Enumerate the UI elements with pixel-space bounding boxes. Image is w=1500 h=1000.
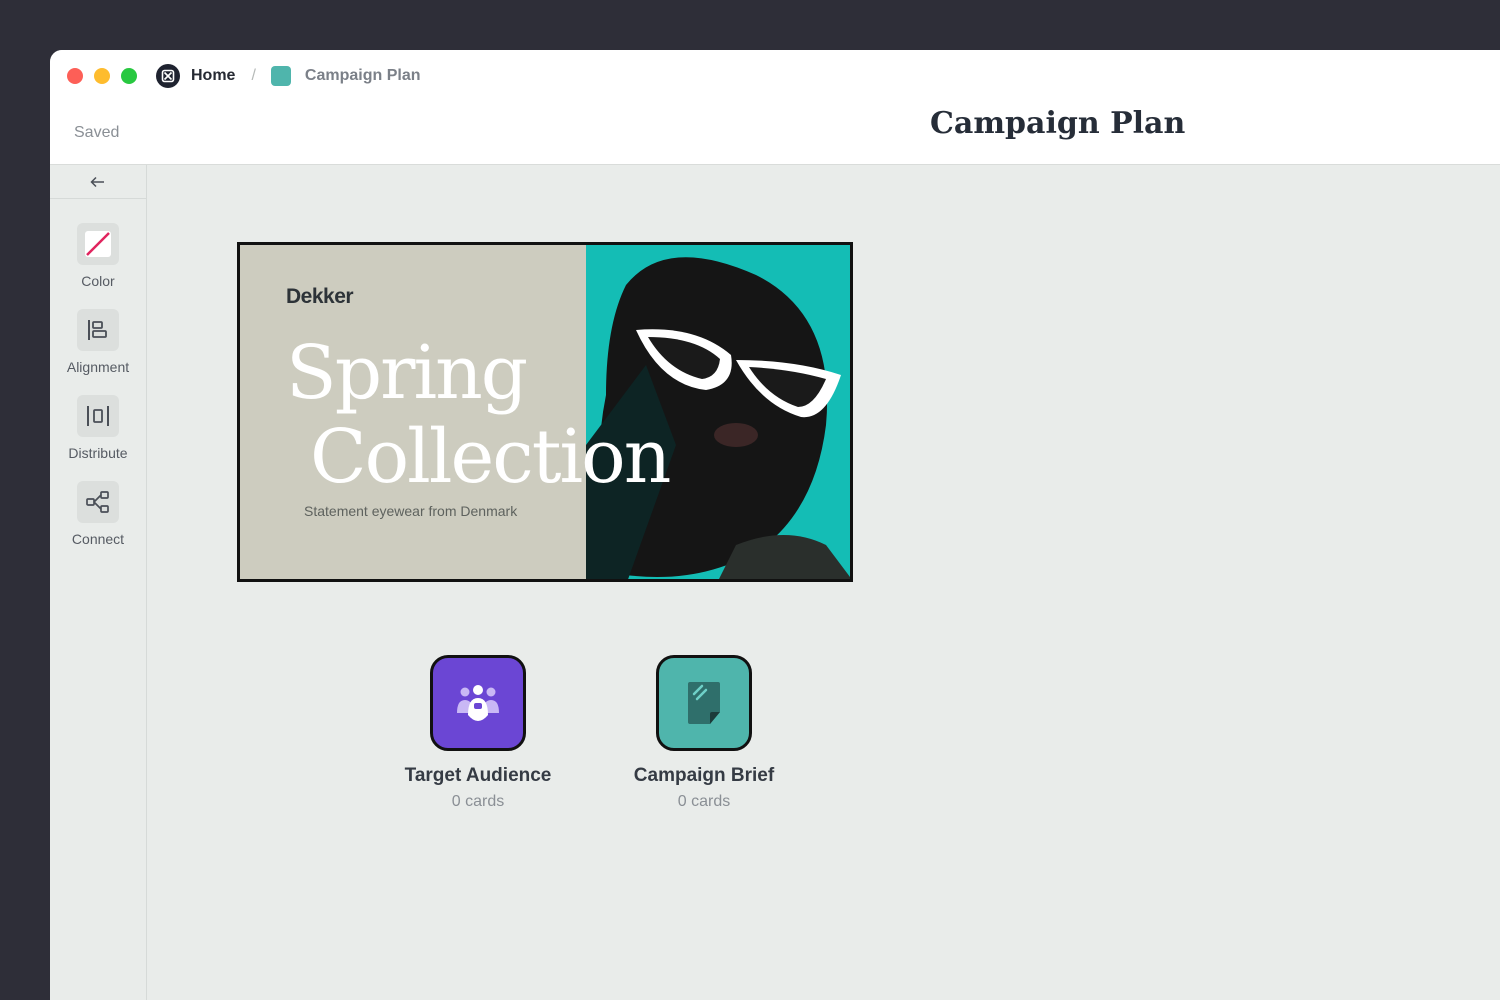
board-canvas[interactable]: Dekker Spring Collection Statement eyewe… [147,165,1500,1000]
board-title: Campaign Brief [633,765,775,786]
app-window: Home / Campaign Plan Saved Campaign Plan… [50,50,1500,1000]
minimize-window-button[interactable] [94,68,110,84]
campaign-image-card[interactable]: Dekker Spring Collection Statement eyewe… [237,242,853,582]
top-bar: Home / Campaign Plan Saved Campaign Plan [50,50,1500,165]
board-color-swatch [270,66,291,86]
headline-line-2: Collection [310,414,671,500]
hero-headline: Spring Collection [286,330,671,500]
tool-sidebar: Color Alignment Distribute Connect [50,165,147,1000]
home-logo-icon[interactable] [156,64,180,88]
breadcrumb-separator: / [251,67,256,84]
tool-label: Alignment [66,359,130,375]
brand-logo: Dekker [286,285,354,308]
distribute-icon [77,395,119,437]
arrow-left-icon [90,176,104,187]
tool-label: Color [81,273,115,289]
window-controls [67,68,137,84]
board-card-count: 0 cards [451,793,505,810]
close-window-button[interactable] [67,68,83,84]
document-icon [656,655,752,751]
collapse-sidebar-button[interactable] [50,165,146,199]
board-target-audience[interactable]: Target Audience 0 cards [388,655,568,811]
board-title: Target Audience [404,765,552,786]
board-campaign-brief[interactable]: Campaign Brief 0 cards [614,655,794,811]
save-status: Saved [74,124,120,141]
align-left-icon [77,309,119,351]
breadcrumb-current[interactable]: Campaign Plan [305,67,421,85]
connect-icon [77,481,119,523]
tool-alignment[interactable]: Alignment [50,309,146,375]
tool-color[interactable]: Color [50,223,146,289]
tool-label: Distribute [68,445,128,461]
tool-distribute[interactable]: Distribute [50,395,146,461]
breadcrumb-home-link[interactable]: Home [191,67,235,85]
people-icon [430,655,526,751]
hero-tagline: Statement eyewear from Denmark [304,503,518,519]
tool-label: Connect [71,531,125,547]
color-slash-icon [77,223,119,265]
headline-line-1: Spring [286,330,528,416]
page-title[interactable]: Campaign Plan [930,106,1185,141]
maximize-window-button[interactable] [121,68,137,84]
breadcrumb: Home / Campaign Plan [156,64,420,88]
board-card-count: 0 cards [677,793,731,810]
tool-connect[interactable]: Connect [50,481,146,547]
